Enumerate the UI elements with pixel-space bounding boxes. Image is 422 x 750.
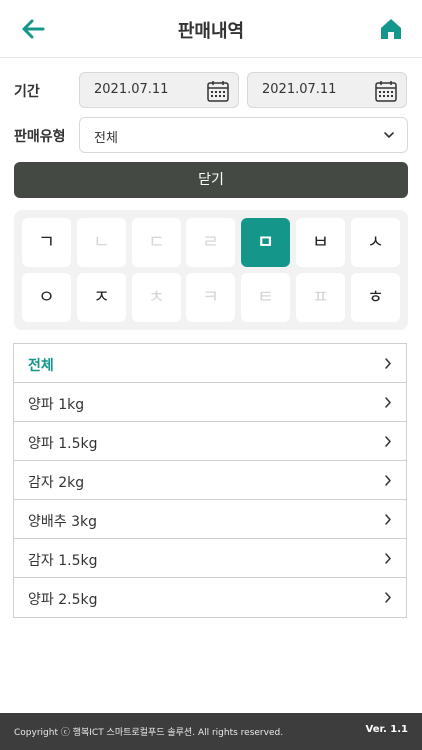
key-hieut[interactable]: ㅎ bbox=[351, 273, 400, 322]
app-footer: Copyright ⓒ 행복ICT 스마트로컬푸드 솔루션. All right… bbox=[0, 713, 422, 750]
chevron-right-icon bbox=[385, 397, 391, 408]
period-label: 기간 bbox=[14, 84, 40, 100]
key-ieung[interactable]: ㅇ bbox=[22, 273, 71, 322]
list-item-label: 전체 bbox=[28, 358, 54, 374]
chevron-right-icon bbox=[385, 475, 391, 486]
chevron-down-icon bbox=[384, 132, 394, 138]
copyright-text: Copyright ⓒ 행복ICT 스마트로컬푸드 솔루션. All right… bbox=[14, 728, 284, 738]
key-giyeok[interactable]: ㄱ bbox=[22, 218, 71, 267]
sale-type-label: 판매유형 bbox=[14, 129, 66, 145]
chevron-right-icon bbox=[385, 592, 391, 603]
close-button[interactable]: 닫기 bbox=[14, 162, 408, 198]
home-icon bbox=[381, 19, 401, 39]
product-list: 전체 양파 1kg 양파 1.5kg 감자 2kg 양배추 3kg 감자 1.5… bbox=[13, 343, 407, 618]
list-item-label: 양파 2.5kg bbox=[28, 592, 98, 608]
key-bieup[interactable]: ㅂ bbox=[296, 218, 345, 267]
list-item[interactable]: 양배추 3kg bbox=[14, 500, 406, 539]
key-pieup: ㅍ bbox=[296, 273, 345, 322]
page-title: 판매내역 bbox=[177, 21, 245, 42]
calendar-icon[interactable] bbox=[374, 79, 398, 103]
key-nieun: ㄴ bbox=[77, 218, 126, 267]
list-item[interactable]: 양파 1kg bbox=[14, 383, 406, 422]
list-item-label: 양파 1.5kg bbox=[28, 436, 98, 452]
start-date-value: 2021.07.11 bbox=[94, 82, 169, 97]
list-item[interactable]: 감자 1.5kg bbox=[14, 539, 406, 578]
key-mieum[interactable]: ㅁ bbox=[241, 218, 290, 267]
chevron-right-icon bbox=[385, 553, 391, 564]
list-item-label: 감자 1.5kg bbox=[28, 553, 98, 569]
key-siot[interactable]: ㅅ bbox=[351, 218, 400, 267]
key-chieut: ㅊ bbox=[132, 273, 181, 322]
start-date-field[interactable]: 2021.07.11 bbox=[79, 72, 239, 108]
list-item-label: 양파 1kg bbox=[28, 397, 85, 413]
calendar-icon[interactable] bbox=[206, 79, 230, 103]
key-kieuk: ㅋ bbox=[186, 273, 235, 322]
version-text: Ver. 1.1 bbox=[365, 724, 408, 735]
list-item-label: 감자 2kg bbox=[28, 475, 85, 491]
list-item[interactable]: 양파 2.5kg bbox=[14, 578, 406, 617]
key-jieut[interactable]: ㅈ bbox=[77, 273, 126, 322]
list-item[interactable]: 감자 2kg bbox=[14, 461, 406, 500]
chevron-right-icon bbox=[385, 436, 391, 447]
list-item-label: 양배추 3kg bbox=[28, 514, 97, 530]
list-item[interactable]: 양파 1.5kg bbox=[14, 422, 406, 461]
chevron-right-icon bbox=[385, 514, 391, 525]
key-tieut: ㅌ bbox=[241, 273, 290, 322]
sale-type-select[interactable]: 전체 bbox=[79, 117, 408, 153]
end-date-field[interactable]: 2021.07.11 bbox=[247, 72, 407, 108]
key-rieul: ㄹ bbox=[186, 218, 235, 267]
key-digeut: ㄷ bbox=[132, 218, 181, 267]
chevron-right-icon bbox=[385, 358, 391, 369]
list-item-all[interactable]: 전체 bbox=[14, 344, 406, 383]
app-header: 판매내역 bbox=[0, 0, 422, 58]
sale-type-value: 전체 bbox=[94, 131, 118, 146]
home-button[interactable] bbox=[378, 16, 404, 42]
end-date-value: 2021.07.11 bbox=[262, 82, 337, 97]
consonant-keypad: ㄱ ㄴ ㄷ ㄹ ㅁ ㅂ ㅅ ㅇ ㅈ ㅊ ㅋ ㅌ ㅍ ㅎ bbox=[14, 210, 408, 330]
